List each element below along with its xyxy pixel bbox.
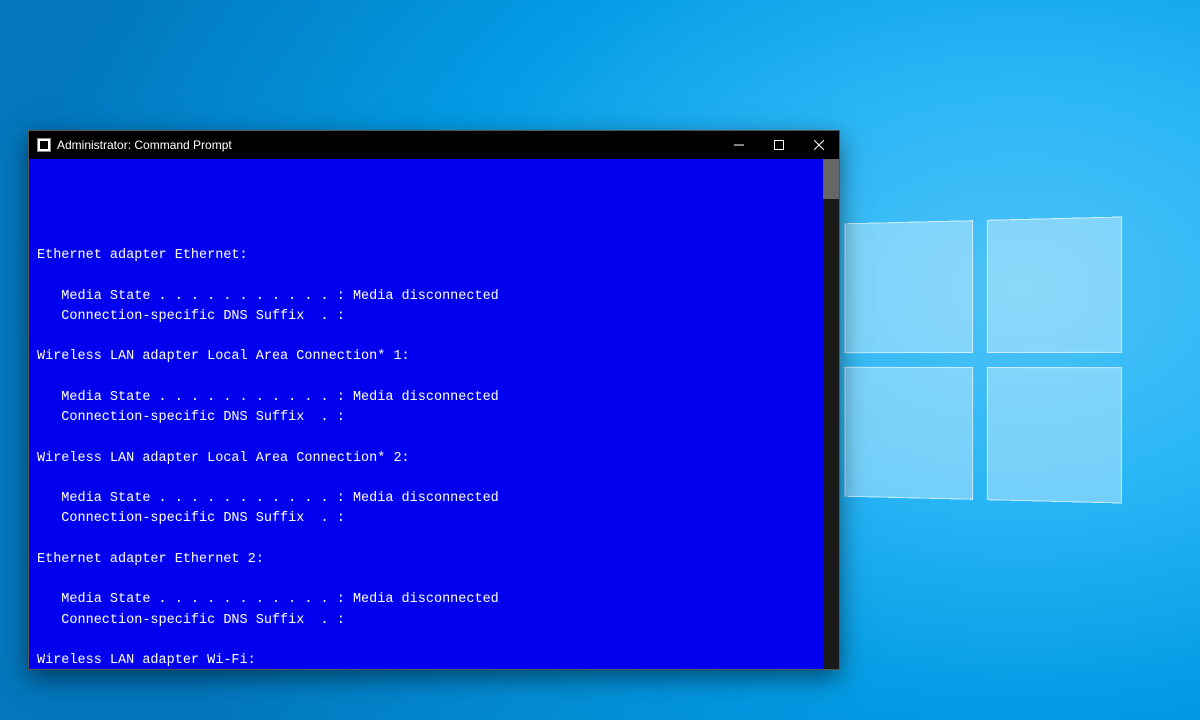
- terminal-line: Wireless LAN adapter Local Area Connecti…: [37, 347, 831, 367]
- terminal-line: Connection-specific DNS Suffix . :: [37, 408, 831, 428]
- terminal-line: [37, 570, 831, 590]
- terminal-line: Media State . . . . . . . . . . . : Medi…: [37, 489, 831, 509]
- terminal-line: Wireless LAN adapter Local Area Connecti…: [37, 449, 831, 469]
- titlebar[interactable]: Administrator: Command Prompt: [29, 131, 839, 159]
- terminal-line: Media State . . . . . . . . . . . : Medi…: [37, 590, 831, 610]
- terminal-line: Media State . . . . . . . . . . . : Medi…: [37, 287, 831, 307]
- terminal-line: Wireless LAN adapter Wi-Fi:: [37, 651, 831, 669]
- command-prompt-window: Administrator: Command Prompt Ethernet a…: [28, 130, 840, 670]
- terminal-line: Connection-specific DNS Suffix . :: [37, 307, 831, 327]
- window-title: Administrator: Command Prompt: [57, 138, 232, 152]
- scrollbar-track[interactable]: [823, 159, 839, 669]
- terminal-line: [37, 631, 831, 651]
- close-icon: [814, 140, 824, 150]
- terminal-line: [37, 530, 831, 550]
- terminal-line: Connection-specific DNS Suffix . :: [37, 611, 831, 631]
- minimize-button[interactable]: [719, 131, 759, 159]
- terminal-line: Connection-specific DNS Suffix . :: [37, 509, 831, 529]
- terminal-line: [37, 266, 831, 286]
- terminal-line: [37, 428, 831, 448]
- logo-pane: [987, 367, 1122, 503]
- cmd-icon: [37, 138, 51, 152]
- terminal-line: Media State . . . . . . . . . . . : Medi…: [37, 388, 831, 408]
- logo-pane: [845, 367, 973, 500]
- scrollbar-thumb[interactable]: [823, 159, 839, 199]
- terminal-line: Ethernet adapter Ethernet 2:: [37, 550, 831, 570]
- terminal-line: [37, 226, 831, 246]
- terminal-output[interactable]: Ethernet adapter Ethernet: Media State .…: [29, 159, 839, 669]
- terminal-line: [37, 327, 831, 347]
- maximize-icon: [774, 140, 784, 150]
- close-button[interactable]: [799, 131, 839, 159]
- maximize-button[interactable]: [759, 131, 799, 159]
- minimize-icon: [734, 140, 744, 150]
- logo-pane: [845, 220, 973, 353]
- terminal-line: [37, 469, 831, 489]
- logo-pane: [987, 217, 1122, 353]
- terminal-line: [37, 368, 831, 388]
- terminal-line: Ethernet adapter Ethernet:: [37, 246, 831, 266]
- windows-logo: [845, 217, 1122, 504]
